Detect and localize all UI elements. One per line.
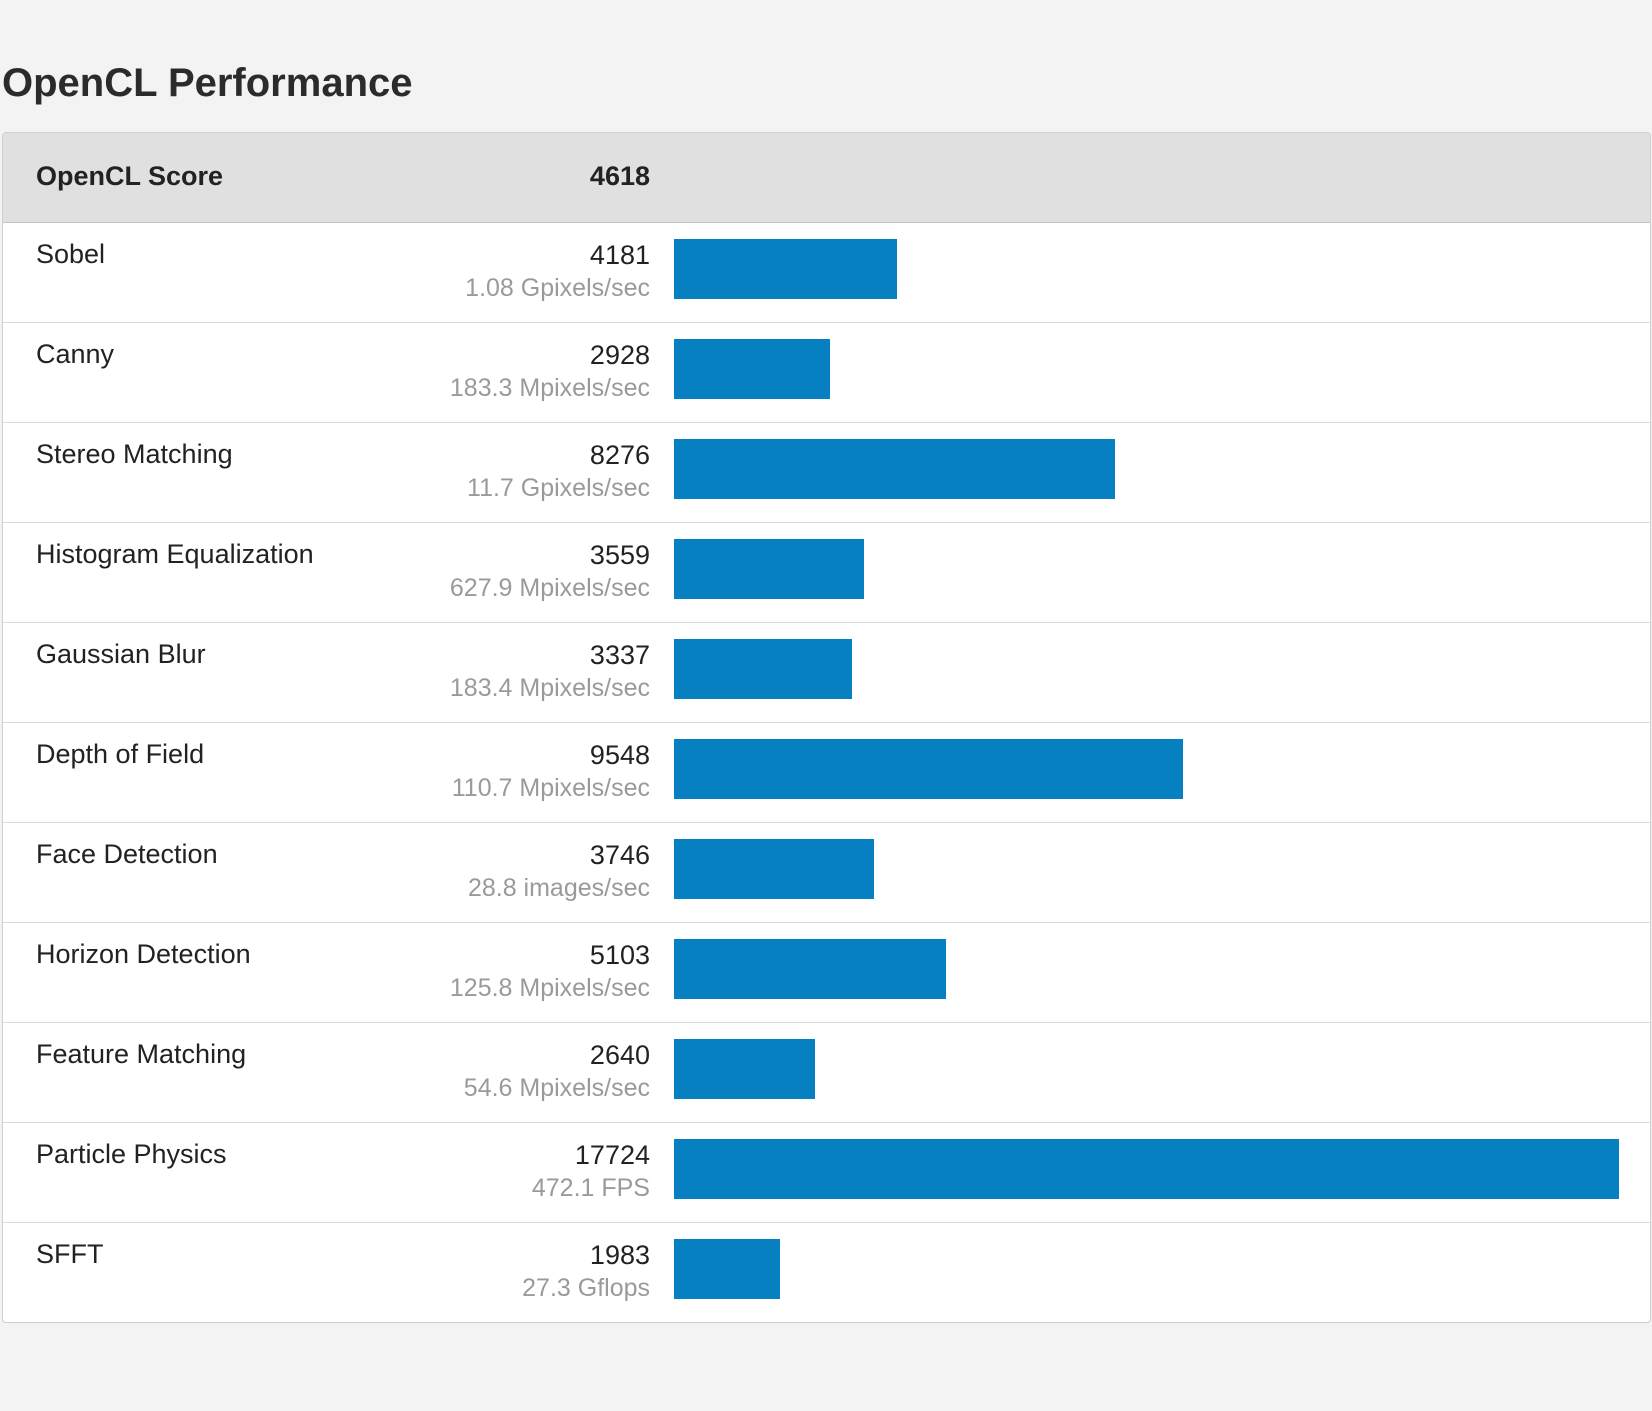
table-row: Depth of Field 9548 110.7 Mpixels/sec	[3, 723, 1650, 823]
benchmark-rows: Sobel 4181 1.08 Gpixels/sec Canny 2928 1…	[3, 223, 1650, 1322]
benchmark-score: 5103	[589, 940, 650, 970]
benchmark-score: 2640	[589, 1040, 650, 1070]
bar-sobel	[674, 239, 897, 299]
table-row: Histogram Equalization 3559 627.9 Mpixel…	[3, 523, 1650, 623]
bar-track	[674, 839, 1619, 899]
benchmark-name: Gaussian Blur	[36, 639, 206, 669]
bar-particle-physics	[674, 1139, 1619, 1199]
benchmark-name: Feature Matching	[36, 1039, 247, 1069]
bar-track	[674, 1239, 1619, 1299]
bar-gaussian-blur	[674, 639, 852, 699]
table-row: Stereo Matching 8276 11.7 Gpixels/sec	[3, 423, 1650, 523]
bar-horizon-detection	[674, 939, 946, 999]
bar-track	[674, 1139, 1619, 1199]
benchmark-name: Horizon Detection	[36, 939, 251, 969]
benchmark-name: SFFT	[36, 1239, 104, 1269]
summary-row: OpenCL Score 4618	[3, 133, 1650, 223]
bar-canny	[674, 339, 830, 399]
benchmark-throughput: 110.7 Mpixels/sec	[451, 774, 650, 802]
benchmark-name: Canny	[36, 339, 115, 369]
benchmark-name: Particle Physics	[36, 1139, 227, 1169]
bar-track	[674, 339, 1619, 399]
benchmark-name: Depth of Field	[36, 739, 205, 769]
benchmark-score: 3746	[589, 840, 650, 870]
benchmark-score: 2928	[589, 340, 650, 370]
table-row: Canny 2928 183.3 Mpixels/sec	[3, 323, 1650, 423]
benchmark-score: 3337	[589, 640, 650, 670]
benchmark-throughput: 1.08 Gpixels/sec	[465, 274, 650, 302]
benchmark-throughput: 28.8 images/sec	[467, 874, 650, 902]
benchmark-throughput: 27.3 Gflops	[522, 1274, 650, 1302]
benchmark-name: Sobel	[36, 239, 106, 269]
bar-track	[674, 739, 1619, 799]
benchmark-name: Histogram Equalization	[36, 539, 314, 569]
benchmark-table: OpenCL Score 4618 Sobel 4181 1.08 Gpixel…	[2, 132, 1651, 1323]
benchmark-throughput: 183.4 Mpixels/sec	[449, 674, 650, 702]
benchmark-score: 3559	[589, 540, 650, 570]
benchmark-name: Face Detection	[36, 839, 218, 869]
bar-track	[674, 239, 1619, 299]
benchmark-score: 9548	[589, 740, 650, 770]
table-row: Face Detection 3746 28.8 images/sec	[3, 823, 1650, 923]
page-title: OpenCL Performance	[2, 61, 413, 105]
bar-depth-of-field	[674, 739, 1183, 799]
bar-face-detection	[674, 839, 874, 899]
benchmark-throughput: 183.3 Mpixels/sec	[449, 374, 650, 402]
bar-stereo-matching	[674, 439, 1115, 499]
benchmark-name: Stereo Matching	[36, 439, 233, 469]
summary-score: 4618	[589, 161, 650, 191]
table-row: Sobel 4181 1.08 Gpixels/sec	[3, 223, 1650, 323]
benchmark-score: 4181	[589, 240, 650, 270]
benchmark-throughput: 11.7 Gpixels/sec	[467, 474, 650, 502]
table-row: Feature Matching 2640 54.6 Mpixels/sec	[3, 1023, 1650, 1123]
bar-track	[674, 1039, 1619, 1099]
benchmark-throughput: 627.9 Mpixels/sec	[449, 574, 650, 602]
benchmark-throughput: 54.6 Mpixels/sec	[463, 1074, 650, 1102]
bar-track	[674, 439, 1619, 499]
bar-histogram-equalization	[674, 539, 864, 599]
benchmark-throughput: 472.1 FPS	[531, 1174, 650, 1202]
bar-track	[674, 539, 1619, 599]
table-row: Horizon Detection 5103 125.8 Mpixels/sec	[3, 923, 1650, 1023]
table-row: Particle Physics 17724 472.1 FPS	[3, 1123, 1650, 1223]
benchmark-throughput: 125.8 Mpixels/sec	[449, 974, 650, 1002]
benchmark-score: 17724	[574, 1140, 650, 1170]
benchmark-score: 1983	[589, 1240, 650, 1270]
bar-track	[674, 639, 1619, 699]
bar-sfft	[674, 1239, 780, 1299]
table-row: SFFT 1983 27.3 Gflops	[3, 1223, 1650, 1322]
bar-track	[674, 939, 1619, 999]
summary-label: OpenCL Score	[36, 161, 224, 191]
table-row: Gaussian Blur 3337 183.4 Mpixels/sec	[3, 623, 1650, 723]
bar-feature-matching	[674, 1039, 815, 1099]
benchmark-score: 8276	[589, 440, 650, 470]
